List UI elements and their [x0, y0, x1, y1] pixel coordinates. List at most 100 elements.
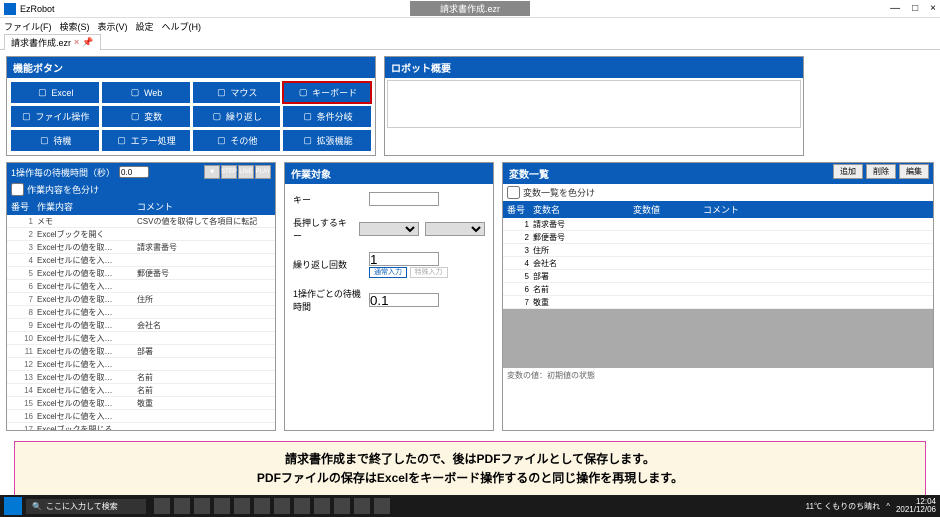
vars-color-checkbox[interactable]: [507, 186, 520, 199]
play-button[interactable]: PLAY: [255, 165, 271, 179]
func-btn-11[interactable]: ▢拡張機能: [283, 130, 371, 151]
step-button[interactable]: STEP: [221, 165, 237, 179]
minimize-button[interactable]: —: [890, 3, 900, 14]
tray-icon[interactable]: [314, 498, 330, 514]
error-icon: ▢: [116, 136, 128, 146]
func-btn-4[interactable]: ▢ファイル操作: [11, 106, 99, 127]
hold-select-2[interactable]: [425, 222, 485, 236]
tab-close-icon[interactable]: ×: [74, 37, 79, 47]
color-checkbox[interactable]: [11, 183, 24, 196]
var-row[interactable]: 7敬重: [503, 296, 933, 309]
stop-button[interactable]: ■: [204, 165, 220, 179]
step-row[interactable]: 17Excelブックを閉じる: [7, 423, 275, 430]
tray-icon[interactable]: [194, 498, 210, 514]
tray-icon[interactable]: [214, 498, 230, 514]
branch-icon: ▢: [302, 112, 314, 122]
delete-button[interactable]: 削除: [866, 164, 896, 179]
taskbar-search[interactable]: 🔍 ここに入力して検索: [26, 499, 146, 514]
step-row[interactable]: 6Excelセルに値を入…: [7, 280, 275, 293]
step-row[interactable]: 2Excelブックを開く: [7, 228, 275, 241]
tray-icon[interactable]: [154, 498, 170, 514]
menu-view[interactable]: 表示(V): [98, 20, 128, 33]
tray-icon[interactable]: [334, 498, 350, 514]
tray-icon[interactable]: [254, 498, 270, 514]
menu-search[interactable]: 検索(S): [60, 20, 90, 33]
menu-settings[interactable]: 設定: [136, 20, 154, 33]
tab-label: 請求書作成.ezr: [11, 36, 71, 49]
step-row[interactable]: 13Excelセルの値を取…名前: [7, 371, 275, 384]
func-btn-6[interactable]: ▢繰り返し: [193, 106, 281, 127]
step-row[interactable]: 3Excelセルの値を取…請求書番号: [7, 241, 275, 254]
mouse-icon: ▢: [215, 88, 227, 98]
step-row[interactable]: 11Excelセルの値を取…部署: [7, 345, 275, 358]
start-button[interactable]: [4, 497, 22, 515]
func-btn-3[interactable]: ▢キーボード: [283, 82, 371, 103]
step-row[interactable]: 1メモCSVの値を取得して各項目に転記: [7, 215, 275, 228]
key-label: キー: [293, 193, 363, 206]
steps-panel: 1操作毎の待機時間（秒） ■ STEP LINE PLAY 作業内容を色分け 番…: [6, 162, 276, 431]
maximize-button[interactable]: □: [912, 3, 918, 14]
tray-icon[interactable]: [234, 498, 250, 514]
vcol-name: 変数名: [533, 203, 633, 216]
func-btn-8[interactable]: ▢待機: [11, 130, 99, 151]
step-row[interactable]: 5Excelセルの値を取…郵便番号: [7, 267, 275, 280]
titlebar: EzRobot 請求書作成.ezr — □ ×: [0, 0, 940, 18]
var-row[interactable]: 3住所: [503, 244, 933, 257]
func-btn-0[interactable]: ▢Excel: [11, 82, 99, 103]
normal-input-button[interactable]: 通常入力: [369, 267, 407, 278]
special-input-button[interactable]: 特殊入力: [410, 267, 448, 278]
loop-icon: ▢: [211, 112, 223, 122]
taskbar: 🔍 ここに入力して検索 11℃ くもりのち晴れ ^ 12:04 2021/12/…: [0, 495, 940, 517]
search-placeholder: ここに入力して検索: [46, 501, 118, 512]
close-button[interactable]: ×: [930, 3, 936, 14]
vcol-comment: コメント: [703, 203, 933, 216]
step-row[interactable]: 9Excelセルの値を取…会社名: [7, 319, 275, 332]
edit-button[interactable]: 編集: [899, 164, 929, 179]
key-input[interactable]: [369, 192, 439, 206]
tray-icon[interactable]: [274, 498, 290, 514]
var-row[interactable]: 6名前: [503, 283, 933, 296]
func-btn-5[interactable]: ▢変数: [102, 106, 190, 127]
func-btn-1[interactable]: ▢Web: [102, 82, 190, 103]
tray-icon[interactable]: [294, 498, 310, 514]
tray-icon[interactable]: [374, 498, 390, 514]
var-row[interactable]: 5部署: [503, 270, 933, 283]
doc-tab[interactable]: 請求書作成.ezr × 📌: [4, 34, 101, 50]
step-row[interactable]: 14Excelセルに値を入…名前: [7, 384, 275, 397]
vcol-no: 番号: [503, 203, 533, 216]
var-row[interactable]: 1請求番号: [503, 218, 933, 231]
menu-help[interactable]: ヘルプ(H): [162, 20, 202, 33]
menu-file[interactable]: ファイル(F): [4, 20, 52, 33]
step-row[interactable]: 7Excelセルの値を取…住所: [7, 293, 275, 306]
step-row[interactable]: 15Excelセルの値を取…敬重: [7, 397, 275, 410]
tray-icon[interactable]: [174, 498, 190, 514]
instruction-box: 請求書作成まで終了したので、後はPDFファイルとして保存します。 PDFファイル…: [14, 441, 926, 497]
add-button[interactable]: 追加: [833, 164, 863, 179]
robot-panel-title: ロボット概要: [385, 57, 803, 78]
func-btn-7[interactable]: ▢条件分岐: [283, 106, 371, 127]
func-btn-2[interactable]: ▢マウス: [193, 82, 281, 103]
clock[interactable]: 12:04 2021/12/06: [896, 498, 936, 514]
func-btn-9[interactable]: ▢エラー処理: [102, 130, 190, 151]
ext-icon: ▢: [302, 136, 314, 146]
repeat-input[interactable]: [369, 252, 439, 266]
var-row[interactable]: 2郵便番号: [503, 231, 933, 244]
tray-icon[interactable]: [354, 498, 370, 514]
op-wait-label: 1操作ごとの待機時間: [293, 287, 363, 313]
hold-select-1[interactable]: [359, 222, 419, 236]
step-row[interactable]: 16Excelセルに値を入…: [7, 410, 275, 423]
wait-input[interactable]: [119, 166, 149, 178]
line-button[interactable]: LINE: [238, 165, 254, 179]
step-row[interactable]: 12Excelセルに値を入…: [7, 358, 275, 371]
var-row[interactable]: 4会社名: [503, 257, 933, 270]
weather[interactable]: 11℃ くもりのち晴れ: [806, 501, 881, 512]
step-row[interactable]: 8Excelセルに値を入…: [7, 306, 275, 319]
vcol-val: 変数値: [633, 203, 703, 216]
step-row[interactable]: 10Excelセルに値を入…: [7, 332, 275, 345]
col-comment: コメント: [137, 200, 275, 213]
op-wait-input[interactable]: [369, 293, 439, 307]
step-row[interactable]: 4Excelセルに値を入…: [7, 254, 275, 267]
tray-up-icon[interactable]: ^: [886, 502, 890, 511]
func-btn-10[interactable]: ▢その他: [193, 130, 281, 151]
tab-pin-icon[interactable]: 📌: [82, 37, 93, 48]
